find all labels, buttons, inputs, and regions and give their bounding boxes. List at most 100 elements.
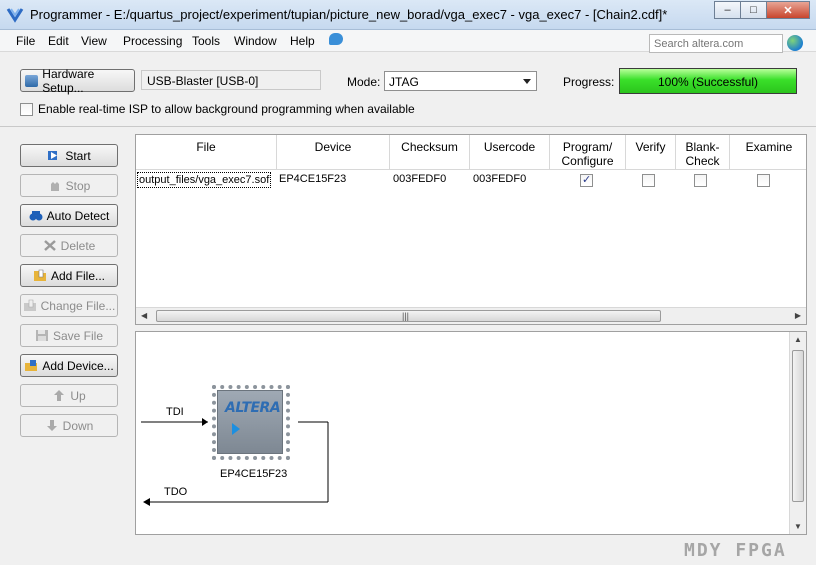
program-configure-checkbox[interactable] <box>580 173 593 187</box>
verify-checkbox[interactable] <box>642 174 655 187</box>
minimize-icon: – <box>724 4 731 16</box>
scroll-down-icon[interactable]: ▼ <box>794 522 802 531</box>
menu-window[interactable]: Window <box>234 34 277 48</box>
save-file-label: Save File <box>52 328 104 343</box>
mode-select[interactable]: JTAG <box>384 71 537 91</box>
column-file[interactable]: File <box>136 135 277 170</box>
stop-button[interactable]: Stop <box>20 174 118 197</box>
menu-tools[interactable]: Tools <box>192 34 220 48</box>
altera-logo: ALTERA <box>225 400 281 416</box>
scroll-left-icon[interactable]: ◀ <box>141 311 147 320</box>
menu-view[interactable]: View <box>81 34 107 48</box>
scroll-up-icon[interactable]: ▲ <box>794 335 802 344</box>
device-cell: EP4CE15F23 <box>279 173 347 185</box>
watermark: MDY FPGA <box>684 540 787 561</box>
minimize-button[interactable]: – <box>714 1 741 19</box>
up-button[interactable]: Up <box>20 384 118 407</box>
vertical-scroll-thumb[interactable] <box>792 350 804 502</box>
close-button[interactable]: ✕ <box>766 1 810 19</box>
start-button[interactable]: Start <box>20 144 118 167</box>
delete-icon <box>43 240 56 251</box>
add-file-label: Add File... <box>50 268 106 283</box>
progress-label: Progress: <box>563 75 615 89</box>
mode-value: JTAG <box>389 75 419 89</box>
vertical-scrollbar[interactable]: ▲ ▼ <box>789 332 806 534</box>
horizontal-scrollbar[interactable]: ◀ ||| ▶ <box>136 307 806 324</box>
chat-bubble-icon[interactable] <box>329 33 343 45</box>
down-icon <box>46 420 57 431</box>
tdo-label: TDO <box>164 486 188 498</box>
search-input[interactable] <box>649 34 783 53</box>
grip-icon: ||| <box>402 311 410 321</box>
column-examine[interactable]: Examine <box>730 135 806 170</box>
chevron-down-icon <box>523 79 531 84</box>
title-bar: Programmer - E:/quartus_project/experime… <box>0 0 816 30</box>
add-file-icon <box>33 269 46 281</box>
mode-label: Mode: <box>347 75 381 89</box>
column-checksum[interactable]: Checksum <box>390 135 470 170</box>
scroll-thumb[interactable]: ||| <box>156 310 661 322</box>
close-icon: ✕ <box>783 4 793 17</box>
column-device[interactable]: Device <box>277 135 390 170</box>
usercode-cell: 003FEDF0 <box>473 173 527 185</box>
programmer-app-icon <box>6 8 24 23</box>
column-program-configure[interactable]: Program/ Configure <box>550 135 626 170</box>
delete-button[interactable]: Delete <box>20 234 118 257</box>
change-file-label: Change File... <box>40 298 116 313</box>
column-blank-check[interactable]: Blank- Check <box>676 135 730 170</box>
add-device-label: Add Device... <box>42 358 114 373</box>
scroll-right-icon[interactable]: ▶ <box>795 311 801 320</box>
add-file-button[interactable]: Add File... <box>20 264 118 287</box>
menu-edit[interactable]: Edit <box>48 34 69 48</box>
divider <box>0 126 816 127</box>
hardware-setup-label: Hardware Setup... <box>42 66 95 95</box>
change-file-button[interactable]: Change File... <box>20 294 118 317</box>
isp-row: Enable real-time ISP to allow background… <box>20 102 415 116</box>
down-button[interactable]: Down <box>20 414 118 437</box>
hardware-device-field: USB-Blaster [USB-0] <box>141 70 321 90</box>
hardware-icon <box>25 74 39 87</box>
checksum-cell: 003FEDF0 <box>393 173 447 185</box>
programming-file-table: File Device Checksum Usercode Program/ C… <box>135 134 807 325</box>
column-verify[interactable]: Verify <box>626 135 676 170</box>
jtag-chain-panel: TDI TDO ALTERA EP4CE15F23 ▲ ▼ <box>135 331 807 535</box>
up-label: Up <box>70 388 86 403</box>
maximize-button[interactable]: □ <box>740 1 767 19</box>
fpga-device-chip[interactable]: ALTERA <box>212 385 290 460</box>
hardware-setup-button[interactable]: Hardware Setup... <box>20 66 135 95</box>
stop-label: Stop <box>65 178 91 193</box>
tdi-label: TDI <box>166 406 184 418</box>
start-label: Start <box>65 148 91 163</box>
isp-label: Enable real-time ISP to allow background… <box>38 102 415 116</box>
menu-processing[interactable]: Processing <box>123 34 182 48</box>
window-title: Programmer - E:/quartus_project/experime… <box>30 7 668 22</box>
maximize-icon: □ <box>750 4 757 16</box>
blank-check-checkbox[interactable] <box>694 174 707 187</box>
file-cell[interactable]: output_files/vga_exec7.sof <box>137 172 272 188</box>
globe-icon[interactable] <box>787 35 803 51</box>
up-icon <box>54 390 65 401</box>
progress-bar: 100% (Successful) <box>619 68 797 94</box>
column-usercode[interactable]: Usercode <box>470 135 550 170</box>
add-device-icon <box>25 360 38 371</box>
auto-detect-icon <box>29 211 43 221</box>
play-icon <box>232 423 240 435</box>
chip-body: ALTERA <box>217 390 283 454</box>
save-file-button[interactable]: Save File <box>20 324 118 347</box>
table-header: File Device Checksum Usercode Program/ C… <box>136 135 806 170</box>
menu-help[interactable]: Help <box>290 34 315 48</box>
delete-label: Delete <box>60 238 96 253</box>
stop-icon <box>50 182 59 191</box>
down-label: Down <box>62 418 94 433</box>
auto-detect-label: Auto Detect <box>46 208 110 223</box>
change-file-icon <box>23 299 36 311</box>
progress-text: 100% (Successful) <box>657 75 759 89</box>
menu-file[interactable]: File <box>16 34 35 48</box>
start-icon <box>48 151 58 160</box>
chip-device-label: EP4CE15F23 <box>220 468 288 480</box>
save-file-icon <box>35 330 48 341</box>
auto-detect-button[interactable]: Auto Detect <box>20 204 118 227</box>
add-device-button[interactable]: Add Device... <box>20 354 118 377</box>
isp-checkbox[interactable] <box>20 102 33 116</box>
examine-checkbox[interactable] <box>757 174 770 187</box>
